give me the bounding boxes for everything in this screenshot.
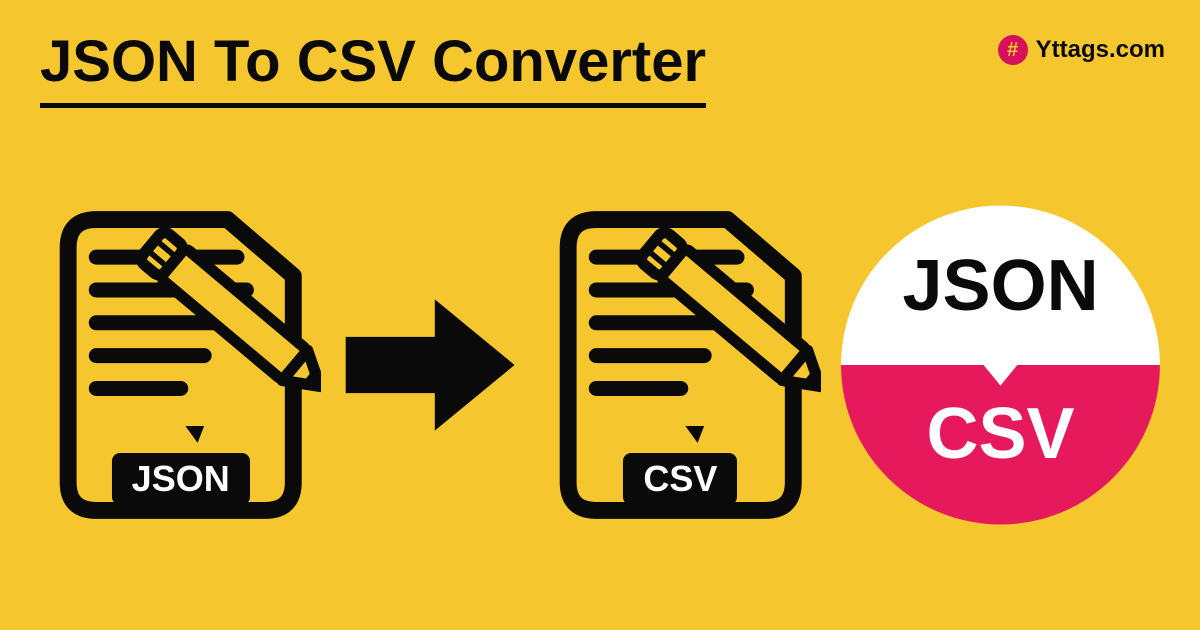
badge-bottom-label: CSV — [841, 393, 1160, 475]
target-file-label: CSV — [623, 453, 737, 505]
source-file-icon: JSON — [40, 190, 321, 540]
brand-text: Yttags.com — [1036, 36, 1165, 64]
source-file-label: JSON — [112, 453, 250, 505]
diagram-content: JSON CSV — [40, 190, 1160, 540]
hash-icon: # — [998, 35, 1028, 65]
badge-top-label: JSON — [841, 245, 1160, 327]
conversion-badge: JSON CSV — [841, 195, 1160, 535]
arrow-right-icon — [341, 285, 519, 445]
page-title: JSON To CSV Converter — [40, 28, 706, 108]
target-file-icon: CSV — [540, 190, 821, 540]
brand-logo: # Yttags.com — [998, 35, 1165, 65]
